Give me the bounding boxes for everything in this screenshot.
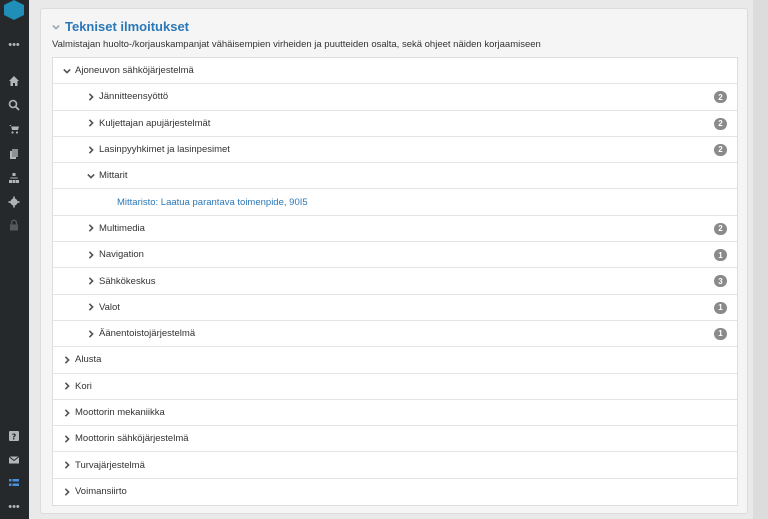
tree-item-root[interactable]: Voimansiirto (53, 479, 737, 505)
count-badge: 2 (714, 222, 727, 235)
chevron-right-icon (86, 93, 96, 101)
tree-item-label: Kuljettajan apujärjestelmät (99, 117, 211, 129)
tree-item-child[interactable]: Multimedia 2 (53, 216, 737, 243)
mail-icon[interactable] (6, 452, 22, 468)
tree-item-label: Alusta (75, 354, 102, 366)
help-icon[interactable]: ? (6, 428, 22, 444)
chevron-right-icon (62, 356, 72, 364)
chevron-right-icon (62, 382, 72, 390)
chevron-right-icon (86, 145, 96, 154)
tree-item-child[interactable]: Navigation 1 (53, 242, 737, 269)
svg-text:?: ? (12, 433, 17, 442)
home-icon[interactable] (6, 73, 22, 89)
count-badge: 2 (714, 117, 727, 130)
tree-item-label: Valot (99, 301, 120, 313)
files-icon[interactable] (6, 146, 22, 162)
panel-header[interactable]: Tekniset ilmoitukset (52, 19, 189, 34)
chevron-right-icon (62, 435, 72, 443)
tree-item-label: Turvajärjestelmä (75, 459, 145, 471)
count-badge: 1 (714, 327, 727, 340)
chevron-right-icon (86, 277, 96, 285)
tree-item-label: Jännitteensyöttö (99, 91, 169, 103)
tree-item-label: Sähkökeskus (99, 275, 156, 287)
technical-notices-panel: Tekniset ilmoitukset Valmistajan huolto-… (40, 8, 748, 514)
tree-item-child[interactable]: Lasinpyyhkimet ja lasinpesimet 2 (53, 137, 737, 164)
tree-item-label: Voimansiirto (75, 486, 127, 498)
panel-title: Tekniset ilmoitukset (65, 19, 190, 34)
app-logo[interactable] (3, 0, 25, 20)
tree-item-child[interactable]: Äänentoistojärjestelmä 1 (53, 321, 737, 348)
chevron-right-icon (86, 329, 96, 338)
tree-item-root[interactable]: Turvajärjestelmä (53, 452, 737, 479)
tree-item-label: Lasinpyyhkimet ja lasinpesimet (99, 144, 230, 156)
count-badge: 3 (714, 275, 727, 288)
count-badge: 1 (714, 301, 727, 314)
tree-item-label: Äänentoistojärjestelmä (99, 328, 196, 340)
sitemap-icon[interactable] (6, 170, 22, 186)
tree-item-label: Navigation (99, 249, 144, 261)
tree-item-label: Multimedia (99, 222, 145, 234)
tree-item-label: Mittarit (99, 170, 128, 182)
more-icon[interactable]: ••• (6, 499, 22, 515)
tree-item-child[interactable]: Sähkökeskus 3 (53, 268, 737, 295)
tree-item-root[interactable]: Kori (53, 374, 737, 400)
panel-description: Valmistajan huolto-/korjauskampanjat väh… (52, 39, 541, 50)
tree-item-root[interactable]: Ajoneuvon sähköjärjestelmä (53, 58, 737, 85)
tree-item-root[interactable]: Moottorin sähköjärjestelmä (53, 426, 737, 453)
left-sidebar: ••• ? ••• (0, 0, 29, 519)
chevron-right-icon (62, 408, 72, 417)
chevron-right-icon (86, 119, 96, 128)
count-badge: 1 (714, 249, 727, 262)
tree-item-child[interactable]: Kuljettajan apujärjestelmät 2 (53, 111, 737, 137)
chevron-down-icon (86, 172, 96, 180)
count-badge: 2 (714, 143, 727, 156)
tree-item-label: Moottorin mekaniikka (75, 407, 165, 418)
tree-item-child[interactable]: Valot 1 (53, 295, 737, 321)
right-side-list (753, 0, 768, 519)
chevron-right-icon (62, 461, 72, 469)
chevron-down-icon (62, 67, 72, 75)
search-icon[interactable] (6, 97, 22, 113)
gear-icon[interactable] (6, 194, 22, 210)
list-icon[interactable] (6, 475, 22, 491)
chevron-right-icon (62, 488, 72, 496)
cart-icon[interactable] (6, 121, 22, 137)
tree-item-root[interactable]: Moottorin mekaniikka (53, 400, 737, 427)
chevron-right-icon (86, 250, 96, 259)
chevron-right-icon (86, 303, 96, 312)
tree-item-root[interactable]: Alusta (53, 347, 737, 374)
chevron-down-icon (52, 19, 60, 34)
tree-item-child-expanded[interactable]: Mittarit (53, 163, 737, 190)
chevron-right-icon (86, 224, 96, 233)
count-badge: 2 (714, 91, 727, 104)
lock-icon[interactable] (6, 217, 22, 233)
tree-leaf: Mittaristo: Laatua parantava toimenpide,… (53, 189, 737, 216)
tree-item-child[interactable]: Jännitteensyöttö 2 (53, 84, 737, 111)
more-icon[interactable]: ••• (6, 37, 22, 53)
tree-item-label: Ajoneuvon sähköjärjestelmä (75, 65, 194, 77)
tree-item-label: Moottorin sähköjärjestelmä (75, 433, 189, 445)
notice-link[interactable]: Mittaristo: Laatua parantava toimenpide,… (117, 197, 308, 208)
tree-item-label: Kori (75, 380, 92, 392)
category-tree: Ajoneuvon sähköjärjestelmä Jännitteensyö… (52, 57, 738, 507)
